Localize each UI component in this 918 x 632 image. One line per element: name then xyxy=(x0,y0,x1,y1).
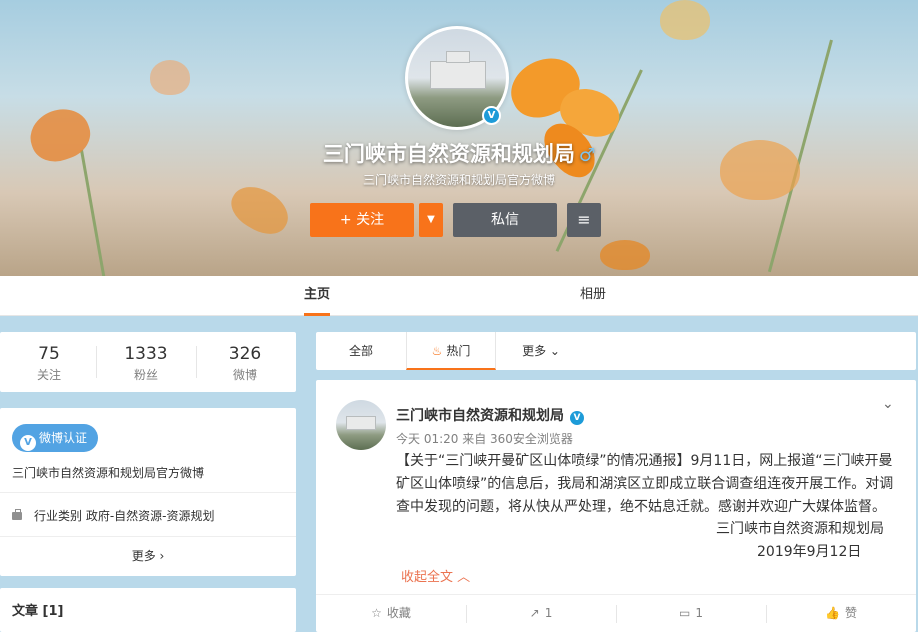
message-button[interactable]: 私信 xyxy=(453,203,557,237)
tab-album[interactable]: 相册 xyxy=(580,276,606,316)
verified-v-icon: V xyxy=(20,435,36,451)
flower-petal xyxy=(150,60,190,95)
like-button[interactable]: 👍 赞 xyxy=(766,595,916,632)
action-label: 收藏 xyxy=(386,606,411,620)
tab-all[interactable]: 全部 xyxy=(316,332,406,370)
tab-hot-label: 热门 xyxy=(446,344,471,358)
more-info-link[interactable]: 更多 › xyxy=(0,547,296,564)
building-shape xyxy=(430,61,486,89)
stat-label: 粉丝 xyxy=(133,368,158,382)
stat-value: 1333 xyxy=(124,344,168,364)
weibo-verified-badge[interactable]: V 微博认证 xyxy=(12,424,98,452)
follow-dropdown-button[interactable]: ▼ xyxy=(419,203,443,237)
comment-icon: ▭ xyxy=(679,606,691,620)
building-shape xyxy=(346,416,376,430)
divider xyxy=(0,492,296,493)
briefcase-icon xyxy=(12,509,22,520)
profile-intro: 三门峡市自然资源和规划局官方微博 xyxy=(362,173,555,187)
post-meta[interactable]: 今天 01:20 来自 360安全浏览器 xyxy=(396,430,573,447)
follow-button[interactable]: + 关注 xyxy=(310,203,414,237)
comment-button[interactable]: ▭ 1 xyxy=(616,595,766,632)
repost-button[interactable]: ↗ 1 xyxy=(466,595,616,632)
tab-more[interactable]: 更多 ⌄ xyxy=(496,332,586,370)
badge-label: 微博认证 xyxy=(39,431,88,445)
verified-icon: V xyxy=(570,411,584,425)
collapse-text-link[interactable]: 收起全文 ︿ xyxy=(401,566,470,585)
thumbs-up-icon: 👍 xyxy=(825,606,840,620)
fire-icon: ♨ xyxy=(431,344,443,358)
verification-description: 三门峡市自然资源和规划局官方微博 xyxy=(12,466,205,480)
stat-posts[interactable]: 326 微博 xyxy=(196,344,294,383)
post-signature-org: 三门峡市自然资源和规划局 xyxy=(716,521,884,537)
stats-card: 75 关注 1333 粉丝 326 微博 xyxy=(0,332,296,392)
menu-icon[interactable]: ≡ xyxy=(567,203,601,237)
industry-info: 行业类别 政府-自然资源-资源规划 xyxy=(12,507,214,524)
stat-label: 微博 xyxy=(232,368,257,382)
post-actions: ☆ 收藏 ↗ 1 ▭ 1 👍 赞 xyxy=(316,594,916,632)
info-card: V 微博认证 三门峡市自然资源和规划局官方微博 行业类别 政府-自然资源-资源规划… xyxy=(0,408,296,576)
action-label: 1 xyxy=(544,606,553,620)
flower-stem xyxy=(80,149,108,276)
stat-value: 326 xyxy=(228,344,262,364)
action-label: 1 xyxy=(695,606,703,620)
flower-petal xyxy=(600,240,650,270)
flower-petal xyxy=(660,0,710,40)
author-name-text: 三门峡市自然资源和规划局 xyxy=(396,408,564,424)
favorite-button[interactable]: ☆ 收藏 xyxy=(316,595,466,632)
post-author-name[interactable]: 三门峡市自然资源和规划局 V xyxy=(396,405,584,425)
post-card: 三门峡市自然资源和规划局 V 今天 01:20 来自 360安全浏览器 ⌄ 【关于… xyxy=(316,380,916,632)
post-author-avatar[interactable] xyxy=(336,400,386,450)
articles-card: 文章 [1] xyxy=(0,588,296,632)
articles-title[interactable]: 文章 [1] xyxy=(12,600,63,619)
tab-hot[interactable]: ♨ 热门 xyxy=(406,332,496,370)
profile-name: 三门峡市自然资源和规划局 ♂ xyxy=(322,142,596,166)
stat-value: 75 xyxy=(38,344,60,364)
tab-home[interactable]: 主页 xyxy=(304,276,331,316)
stat-label: 关注 xyxy=(36,368,61,382)
gender-male-icon: ♂ xyxy=(578,145,596,166)
star-icon: ☆ xyxy=(371,606,382,620)
profile-banner: V 三门峡市自然资源和规划局 ♂ 三门峡市自然资源和规划局官方微博 + 关注 ▼ … xyxy=(0,0,918,276)
feed-filter-tabs: 全部 ♨ 热门 更多 ⌄ xyxy=(316,332,916,370)
industry-text: 行业类别 政府-自然资源-资源规划 xyxy=(34,509,215,523)
profile-nav: 主页 相册 xyxy=(0,276,918,316)
verified-badge-icon: V xyxy=(482,106,501,125)
stat-following[interactable]: 75 关注 xyxy=(0,344,98,383)
building-shape xyxy=(446,51,470,63)
post-signature-date: 2019年9月12日 xyxy=(757,544,862,560)
action-label: 赞 xyxy=(844,606,857,620)
share-icon: ↗ xyxy=(529,606,540,620)
chevron-down-icon[interactable]: ⌄ xyxy=(882,396,894,412)
post-text: 【关于“三门峡开曼矿区山体喷绿”的情况通报】9月11日，网上报道“三门峡开曼矿区… xyxy=(396,453,894,515)
divider xyxy=(0,536,296,537)
stat-followers[interactable]: 1333 粉丝 xyxy=(97,344,195,383)
